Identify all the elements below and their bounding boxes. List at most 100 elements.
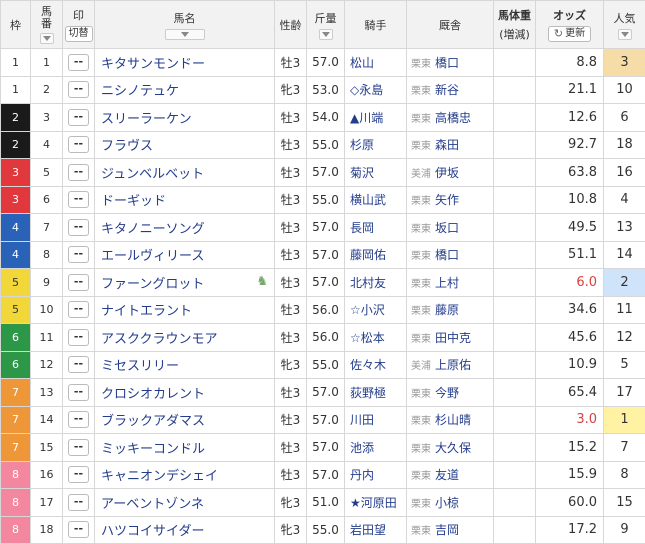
jockey-link[interactable]: 池添 xyxy=(344,433,407,462)
jockey-link[interactable]: 川田 xyxy=(344,405,407,434)
jockey-link[interactable]: ▲川端 xyxy=(344,103,407,132)
jockey-link[interactable]: 横山武 xyxy=(344,185,407,214)
horse-name[interactable]: キャニオンデシェイ xyxy=(94,460,275,489)
stable-cell[interactable]: 栗東 矢作 xyxy=(406,185,494,214)
stable-cell[interactable]: 美浦 伊坂 xyxy=(406,158,494,187)
stable-cell[interactable]: 栗東 田中克 xyxy=(406,323,494,352)
stable-cell[interactable]: 栗東 橋口 xyxy=(406,48,494,77)
trainer-link[interactable]: 吉岡 xyxy=(435,523,459,537)
stable-cell[interactable]: 栗東 高橋忠 xyxy=(406,103,494,132)
mark-select-button[interactable]: -- xyxy=(68,163,89,181)
horse-name[interactable]: エールヴィリース xyxy=(94,240,275,269)
mark-select-button[interactable]: -- xyxy=(68,301,89,319)
horse-name[interactable]: ドーギッド xyxy=(94,185,275,214)
stable-cell[interactable]: 栗東 新谷 xyxy=(406,75,494,104)
stable-cell[interactable]: 栗東 藤原 xyxy=(406,295,494,324)
mark-select-button[interactable]: -- xyxy=(68,356,89,374)
horse-name[interactable]: アスククラウンモア xyxy=(94,323,275,352)
jockey-link[interactable]: 岩田望 xyxy=(344,515,407,544)
jockey-link[interactable]: ☆小沢 xyxy=(344,295,407,324)
jockey-link[interactable]: ◇永島 xyxy=(344,75,407,104)
header-name[interactable]: 馬名 xyxy=(94,0,275,49)
mark-select-button[interactable]: -- xyxy=(68,136,89,154)
horse-name[interactable]: ハツコイサイダー xyxy=(94,515,275,544)
sort-weight-button[interactable] xyxy=(318,28,333,40)
trainer-link[interactable]: 矢作 xyxy=(435,193,459,207)
trainer-link[interactable]: 藤原 xyxy=(435,303,459,317)
jockey-link[interactable]: 松山 xyxy=(344,48,407,77)
stable-cell[interactable]: 栗東 橋口 xyxy=(406,240,494,269)
mark-select-button[interactable]: -- xyxy=(68,466,89,484)
mark-select-button[interactable]: -- xyxy=(68,521,89,539)
header-umaban[interactable]: 馬番 xyxy=(30,0,63,49)
mark-select-button[interactable]: -- xyxy=(68,383,89,401)
jockey-link[interactable]: 杉原 xyxy=(344,130,407,159)
stable-cell[interactable]: 栗東 小椋 xyxy=(406,488,494,517)
jockey-link[interactable]: 長岡 xyxy=(344,213,407,242)
horse-name[interactable]: ファーングロット ♞ xyxy=(94,268,275,297)
trainer-link[interactable]: 伊坂 xyxy=(435,166,459,180)
jockey-link[interactable]: 藤岡佑 xyxy=(344,240,407,269)
mark-select-button[interactable]: -- xyxy=(68,53,89,71)
horse-name[interactable]: クロシオカレント xyxy=(94,378,275,407)
trainer-link[interactable]: 新谷 xyxy=(435,83,459,97)
horse-name[interactable]: ジュンベルベット xyxy=(94,158,275,187)
stable-cell[interactable]: 栗東 友道 xyxy=(406,460,494,489)
mark-select-button[interactable]: -- xyxy=(68,246,89,264)
horse-name[interactable]: アーベントゾンネ xyxy=(94,488,275,517)
horse-name[interactable]: ナイトエラント xyxy=(94,295,275,324)
horse-name[interactable]: スリーラーケン xyxy=(94,103,275,132)
trainer-link[interactable]: 坂口 xyxy=(435,221,459,235)
horse-name[interactable]: キタノニーソング xyxy=(94,213,275,242)
stable-cell[interactable]: 栗東 森田 xyxy=(406,130,494,159)
stable-cell[interactable]: 栗東 今野 xyxy=(406,378,494,407)
header-weight[interactable]: 斤量 xyxy=(306,0,345,49)
stable-cell[interactable]: 栗東 上村 xyxy=(406,268,494,297)
mark-toggle-button[interactable]: 切替 xyxy=(64,26,93,42)
stable-cell[interactable]: 美浦 上原佑 xyxy=(406,350,494,379)
mark-select-button[interactable]: -- xyxy=(68,273,89,291)
jockey-link[interactable]: 北村友 xyxy=(344,268,407,297)
trainer-link[interactable]: 上原佑 xyxy=(435,358,471,372)
mark-select-button[interactable]: -- xyxy=(68,411,89,429)
horse-name[interactable]: フラヴス xyxy=(94,130,275,159)
sort-umaban-button[interactable] xyxy=(39,32,54,44)
trainer-link[interactable]: 高橋忠 xyxy=(435,111,471,125)
trainer-link[interactable]: 大久保 xyxy=(435,441,471,455)
mark-select-button[interactable]: -- xyxy=(68,438,89,456)
jockey-link[interactable]: 荻野極 xyxy=(344,378,407,407)
horse-name[interactable]: ニシノテュケ xyxy=(94,75,275,104)
jockey-link[interactable]: 佐々木 xyxy=(344,350,407,379)
trainer-link[interactable]: 田中克 xyxy=(435,331,471,345)
trainer-link[interactable]: 森田 xyxy=(435,138,459,152)
trainer-link[interactable]: 上村 xyxy=(435,276,459,290)
horse-name[interactable]: キタサンモンドー xyxy=(94,48,275,77)
trainer-link[interactable]: 橋口 xyxy=(435,248,459,262)
odds-refresh-button[interactable]: ↻ 更新 xyxy=(547,26,592,42)
jockey-link[interactable]: 菊沢 xyxy=(344,158,407,187)
trainer-link[interactable]: 今野 xyxy=(435,386,459,400)
trainer-link[interactable]: 小椋 xyxy=(435,496,459,510)
mark-select-button[interactable]: -- xyxy=(68,328,89,346)
mark-select-button[interactable]: -- xyxy=(68,191,89,209)
stable-cell[interactable]: 栗東 坂口 xyxy=(406,213,494,242)
jockey-link[interactable]: ★河原田 xyxy=(344,488,407,517)
trainer-link[interactable]: 友道 xyxy=(435,468,459,482)
sort-pop-button[interactable] xyxy=(617,28,632,40)
stable-cell[interactable]: 栗東 大久保 xyxy=(406,433,494,462)
mark-select-button[interactable]: -- xyxy=(68,493,89,511)
stable-cell[interactable]: 栗東 杉山晴 xyxy=(406,405,494,434)
mark-select-button[interactable]: -- xyxy=(68,81,89,99)
jockey-link[interactable]: 丹内 xyxy=(344,460,407,489)
horse-name[interactable]: ミッキーコンドル xyxy=(94,433,275,462)
header-pop[interactable]: 人気 xyxy=(603,0,645,49)
horse-name[interactable]: ブラックアダマス xyxy=(94,405,275,434)
stable-cell[interactable]: 栗東 吉岡 xyxy=(406,515,494,544)
sort-name-button[interactable] xyxy=(164,28,205,40)
mark-select-button[interactable]: -- xyxy=(68,108,89,126)
trainer-link[interactable]: 杉山晴 xyxy=(435,413,471,427)
mark-select-button[interactable]: -- xyxy=(68,218,89,236)
trainer-link[interactable]: 橋口 xyxy=(435,56,459,70)
horse-name[interactable]: ミセスリリー xyxy=(94,350,275,379)
jockey-link[interactable]: ☆松本 xyxy=(344,323,407,352)
